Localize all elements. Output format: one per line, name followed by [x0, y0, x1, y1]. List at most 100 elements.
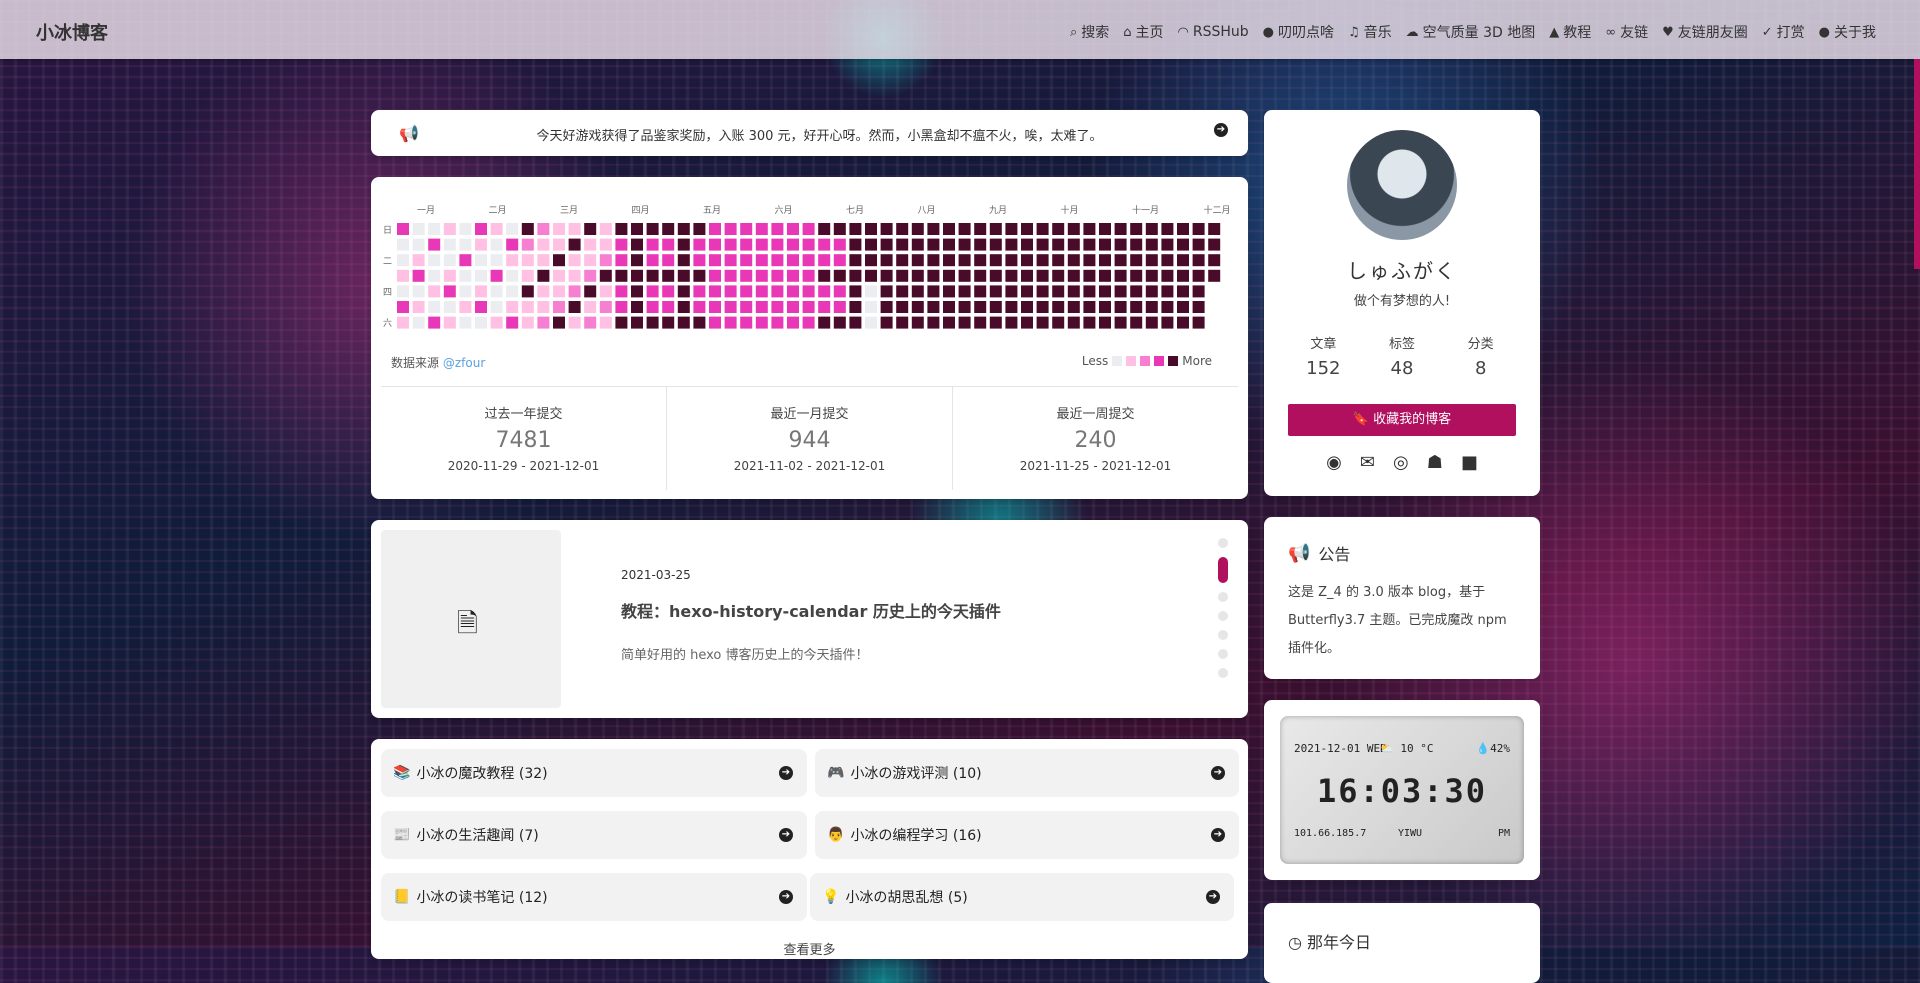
contribution-cell[interactable] — [1208, 269, 1221, 282]
contribution-cell[interactable] — [443, 269, 456, 282]
contribution-cell[interactable] — [490, 301, 503, 313]
contribution-cell[interactable] — [709, 238, 721, 251]
contribution-cell[interactable] — [787, 285, 799, 298]
contribution-cell[interactable] — [1161, 223, 1174, 235]
contribution-cell[interactable] — [1083, 285, 1096, 298]
contribution-cell[interactable] — [521, 269, 534, 282]
contribution-cell[interactable] — [662, 254, 675, 267]
contribution-cell[interactable] — [443, 223, 456, 235]
contribution-cell[interactable] — [849, 301, 862, 313]
contribution-cell[interactable] — [989, 238, 1002, 251]
contribution-cell[interactable] — [911, 301, 924, 313]
contribution-cell[interactable] — [896, 301, 909, 313]
nav-item[interactable]: ▲ 教程 — [1549, 22, 1591, 42]
contribution-cell[interactable] — [849, 223, 862, 235]
nav-item[interactable]: ∞ 友链 — [1605, 22, 1648, 42]
contribution-cell[interactable] — [599, 316, 612, 329]
contribution-cell[interactable] — [1067, 238, 1080, 251]
contribution-cell[interactable] — [693, 254, 706, 267]
contribution-cell[interactable] — [880, 301, 893, 313]
contribution-cell[interactable] — [755, 223, 768, 235]
contribution-cell[interactable] — [787, 254, 799, 267]
contribution-cell[interactable] — [1192, 301, 1205, 313]
contribution-cell[interactable] — [880, 285, 893, 298]
contribution-cell[interactable] — [428, 285, 441, 298]
contribution-cell[interactable] — [974, 301, 987, 313]
contribution-cell[interactable] — [693, 238, 706, 251]
nav-item[interactable]: ● 关于我 — [1819, 22, 1876, 42]
contribution-cell[interactable] — [974, 238, 987, 251]
contribution-cell[interactable] — [709, 223, 721, 235]
qq-icon[interactable]: ☗ — [1427, 452, 1443, 473]
contribution-cell[interactable] — [849, 238, 862, 251]
contribution-cell[interactable] — [989, 301, 1002, 313]
nav-item[interactable]: ♫ 音乐 — [1348, 22, 1392, 42]
contribution-cell[interactable] — [943, 301, 955, 313]
contribution-cell[interactable] — [1005, 301, 1018, 313]
contribution-cell[interactable] — [771, 301, 784, 313]
contribution-cell[interactable] — [927, 301, 940, 313]
contribution-cell[interactable] — [631, 238, 643, 251]
contribution-cell[interactable] — [693, 316, 706, 329]
contribution-cell[interactable] — [1036, 254, 1049, 267]
contribution-cell[interactable] — [1161, 269, 1174, 282]
contribution-cell[interactable] — [521, 223, 534, 235]
contribution-cell[interactable] — [1052, 269, 1065, 282]
category-item[interactable]: 📰 小冰の生活趣闻 (7) ➔ — [381, 811, 807, 859]
contribution-cell[interactable] — [1052, 316, 1065, 329]
nav-item[interactable]: ⌂ 主页 — [1123, 22, 1163, 42]
contribution-cell[interactable] — [740, 285, 753, 298]
contribution-cell[interactable] — [787, 269, 799, 282]
swiper-dot[interactable] — [1218, 592, 1228, 602]
contribution-cell[interactable] — [1083, 254, 1096, 267]
contribution-cell[interactable] — [428, 238, 441, 251]
contribution-cell[interactable] — [662, 301, 675, 313]
category-item[interactable]: 👨 小冰の编程学习 (16) ➔ — [815, 811, 1239, 859]
contribution-cell[interactable] — [553, 238, 565, 251]
contribution-cell[interactable] — [911, 238, 924, 251]
site-brand[interactable]: 小冰博客 — [36, 19, 108, 45]
contribution-cell[interactable] — [943, 269, 955, 282]
contribution-cell[interactable] — [599, 301, 612, 313]
contribution-cell[interactable] — [584, 301, 597, 313]
contribution-cell[interactable] — [1192, 254, 1205, 267]
contribution-cell[interactable] — [911, 285, 924, 298]
contribution-cell[interactable] — [771, 238, 784, 251]
contribution-cell[interactable] — [958, 223, 971, 235]
contribution-cell[interactable] — [615, 285, 628, 298]
contribution-cell[interactable] — [475, 223, 487, 235]
contribution-cell[interactable] — [865, 223, 877, 235]
nav-item[interactable]: ✓ 打赏 — [1762, 22, 1805, 42]
contribution-cell[interactable] — [1177, 269, 1189, 282]
category-item[interactable]: 💡 小冰の胡思乱想 (5) ➔ — [810, 873, 1234, 921]
contribution-cell[interactable] — [989, 316, 1002, 329]
contribution-cell[interactable] — [1130, 238, 1143, 251]
contribution-cell[interactable] — [755, 254, 768, 267]
contribution-cell[interactable] — [646, 285, 659, 298]
contribution-cell[interactable] — [412, 285, 425, 298]
contribution-cell[interactable] — [599, 285, 612, 298]
nav-item[interactable]: ☁ 空气质量 3D 地图 — [1406, 22, 1536, 42]
contribution-cell[interactable] — [896, 316, 909, 329]
contribution-cell[interactable] — [833, 223, 846, 235]
weibo-icon[interactable]: ◎ — [1393, 452, 1409, 473]
contribution-cell[interactable] — [833, 238, 846, 251]
swiper-dot[interactable] — [1218, 649, 1228, 659]
contribution-cell[interactable] — [521, 254, 534, 267]
email-icon[interactable]: ✉ — [1360, 452, 1375, 473]
nav-item[interactable]: ♥ 友链朋友圈 — [1662, 22, 1748, 42]
contribution-cell[interactable] — [989, 269, 1002, 282]
contribution-cell[interactable] — [818, 301, 831, 313]
bookmark-button[interactable]: 🔖 收藏我的博客 — [1288, 404, 1516, 436]
contribution-cell[interactable] — [490, 316, 503, 329]
contribution-cell[interactable] — [1036, 223, 1049, 235]
contribution-cell[interactable] — [771, 316, 784, 329]
contribution-cell[interactable] — [459, 269, 472, 282]
contribution-cell[interactable] — [1130, 301, 1143, 313]
contribution-cell[interactable] — [1083, 269, 1096, 282]
arrow-right-icon[interactable]: ➔ — [1214, 123, 1228, 137]
contribution-cell[interactable] — [724, 301, 737, 313]
nav-item[interactable]: ◠ RSSHub — [1178, 22, 1249, 42]
contribution-cell[interactable] — [849, 254, 862, 267]
contribution-cell[interactable] — [958, 285, 971, 298]
